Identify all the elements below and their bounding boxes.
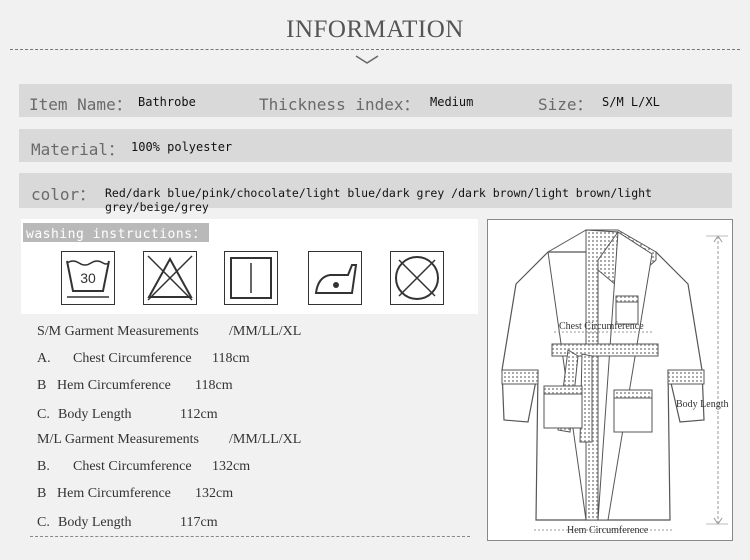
ml-heading: M/L Garment Measurements xyxy=(37,432,199,447)
divider xyxy=(10,49,740,50)
sm-marker-c: C. xyxy=(37,407,50,422)
sm-marker-b: B xyxy=(37,378,47,393)
ml-marker-c: C. xyxy=(37,515,50,530)
divider xyxy=(30,536,470,537)
item-name-value: Bathrobe xyxy=(138,95,196,109)
sm-chest-label: Chest Circumference xyxy=(73,351,192,366)
ml-hem-label: Hem Circumference xyxy=(57,486,171,501)
ml-chest-label: Chest Circumference xyxy=(73,459,192,474)
thickness-label: Thickness index： xyxy=(259,95,420,114)
bathrobe-illustration xyxy=(501,229,728,531)
item-name-label: Item Name： xyxy=(29,95,132,114)
do-not-bleach-icon xyxy=(143,251,197,305)
ml-length-value: 117cm xyxy=(180,515,218,530)
hem-circumference-label: Hem Circumference xyxy=(567,525,649,536)
ml-hem-value: 132cm xyxy=(195,486,234,501)
ml-sizes: /MM/LL/XL xyxy=(229,432,302,447)
body-length-label: Body Length xyxy=(676,399,729,410)
washing-instructions-panel: washing instructions： 30 xyxy=(21,219,478,314)
ml-chest-value: 132cm xyxy=(212,459,251,474)
sm-heading: S/M Garment Measurements xyxy=(37,324,199,339)
sm-hem-label: Hem Circumference xyxy=(57,378,171,393)
iron-low-icon xyxy=(308,251,362,305)
wash-30-icon: 30 xyxy=(61,251,115,305)
page-title: INFORMATION xyxy=(286,16,464,43)
wash-temp: 30 xyxy=(80,270,96,286)
color-bar: color： Red/dark blue/pink/chocolate/ligh… xyxy=(19,173,732,214)
chevron-down-icon xyxy=(355,55,379,64)
color-label: color： xyxy=(31,185,96,204)
tumble-dry-icon xyxy=(224,251,278,305)
thickness-value: Medium xyxy=(430,95,474,109)
sm-length-value: 112cm xyxy=(180,407,218,422)
sm-chest-value: 118cm xyxy=(212,351,250,366)
washing-title: washing instructions： xyxy=(23,223,210,242)
ml-marker-b2: B xyxy=(37,486,47,501)
chest-circumference-label: Chest Circumference xyxy=(559,321,644,332)
ml-marker-b: B. xyxy=(37,459,50,474)
material-value: 100% polyester xyxy=(131,140,233,154)
material-label: Material： xyxy=(31,140,125,159)
sm-marker-a: A. xyxy=(37,351,51,366)
size-label: Size： xyxy=(538,95,593,114)
size-value: S/M L/XL xyxy=(602,95,660,109)
material-bar: Material： 100% polyester xyxy=(19,129,732,162)
item-info-bar: Item Name： Bathrobe Thickness index： Med… xyxy=(19,84,732,117)
sm-sizes: /MM/LL/XL xyxy=(229,324,302,339)
bathrobe-diagram: Chest Circumference Body Length Hem Circ… xyxy=(487,219,733,541)
do-not-dry-clean-icon xyxy=(390,251,444,305)
ml-length-label: Body Length xyxy=(58,515,132,530)
sm-hem-value: 118cm xyxy=(195,378,233,393)
color-value: Red/dark blue/pink/chocolate/light blue/… xyxy=(105,186,652,214)
sm-length-label: Body Length xyxy=(58,407,132,422)
